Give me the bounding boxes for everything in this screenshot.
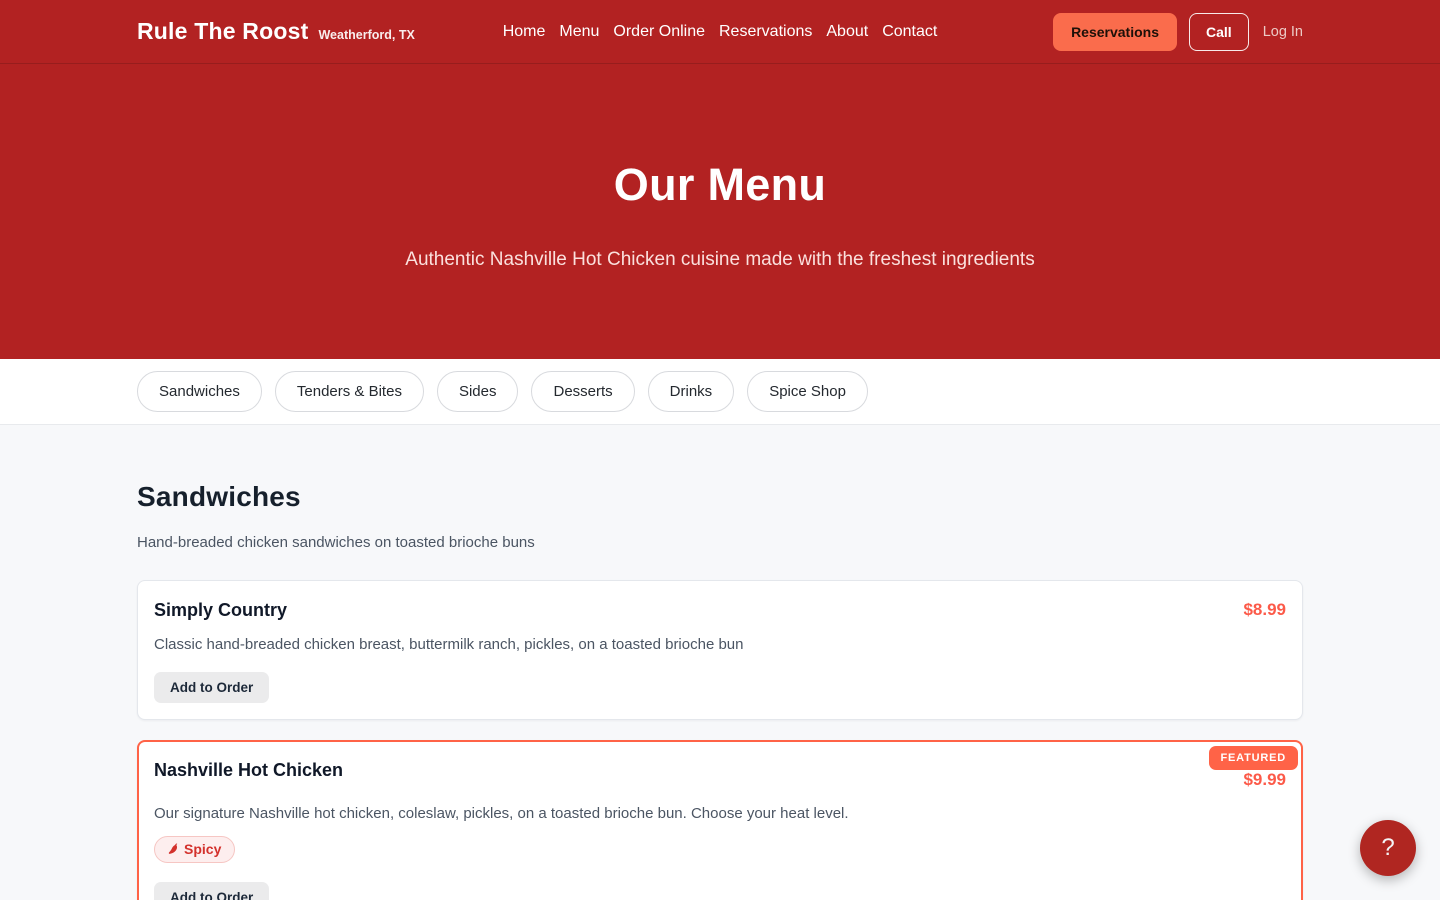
item-name: Nashville Hot Chicken	[154, 760, 343, 781]
spicy-tag: Spicy	[154, 836, 235, 863]
question-mark-icon: ?	[1381, 834, 1394, 862]
help-button[interactable]: ?	[1360, 820, 1416, 876]
chili-pepper-icon	[166, 842, 179, 856]
category-pill-desserts[interactable]: Desserts	[531, 371, 634, 412]
menu-item-card-simply-country: Simply Country $8.99 Classic hand-breade…	[137, 580, 1303, 720]
nav-link-reservations[interactable]: Reservations	[719, 19, 812, 45]
nav-link-order-online[interactable]: Order Online	[613, 19, 705, 45]
add-to-order-button[interactable]: Add to Order	[154, 882, 269, 900]
category-pill-spice-shop[interactable]: Spice Shop	[747, 371, 868, 412]
reservations-button[interactable]: Reservations	[1053, 13, 1177, 51]
item-price: $8.99	[1243, 600, 1286, 620]
item-price: $9.99	[1243, 770, 1286, 790]
spicy-tag-label: Spicy	[184, 841, 221, 857]
login-link[interactable]: Log In	[1263, 24, 1303, 40]
item-description: Our signature Nashville hot chicken, col…	[154, 805, 1286, 822]
call-button[interactable]: Call	[1189, 13, 1249, 51]
menu-section: Sandwiches Hand-breaded chicken sandwich…	[137, 425, 1303, 900]
section-subtitle: Hand-breaded chicken sandwiches on toast…	[137, 534, 1303, 551]
item-description: Classic hand-breaded chicken breast, but…	[154, 636, 1286, 653]
header-actions: Reservations Call Log In	[937, 13, 1303, 51]
page-title: Our Menu	[0, 159, 1440, 211]
brand: Rule The Roost Weatherford, TX	[137, 18, 503, 45]
menu-item-card-nashville-hot-chicken: FEATURED Nashville Hot Chicken $9.99 Our…	[137, 740, 1303, 900]
brand-location: Weatherford, TX	[318, 28, 414, 42]
main-nav: Home Menu Order Online Reservations Abou…	[503, 19, 938, 45]
top-header: Rule The Roost Weatherford, TX Home Menu…	[0, 0, 1440, 64]
featured-badge: FEATURED	[1209, 746, 1298, 770]
brand-name[interactable]: Rule The Roost	[137, 18, 308, 45]
menu-item-list: Simply Country $8.99 Classic hand-breade…	[137, 580, 1303, 900]
category-pill-drinks[interactable]: Drinks	[648, 371, 735, 412]
hero-banner: Our Menu Authentic Nashville Hot Chicken…	[0, 64, 1440, 359]
category-pill-sandwiches[interactable]: Sandwiches	[137, 371, 262, 412]
item-name: Simply Country	[154, 600, 287, 621]
category-bar: Sandwiches Tenders & Bites Sides Dessert…	[0, 359, 1440, 425]
nav-link-contact[interactable]: Contact	[882, 19, 937, 45]
page-subtitle: Authentic Nashville Hot Chicken cuisine …	[0, 249, 1440, 271]
category-pill-tenders-bites[interactable]: Tenders & Bites	[275, 371, 424, 412]
section-title: Sandwiches	[137, 481, 1303, 513]
nav-link-menu[interactable]: Menu	[559, 19, 599, 45]
category-pill-sides[interactable]: Sides	[437, 371, 519, 412]
nav-link-home[interactable]: Home	[503, 19, 546, 45]
nav-link-about[interactable]: About	[826, 19, 868, 45]
add-to-order-button[interactable]: Add to Order	[154, 672, 269, 703]
